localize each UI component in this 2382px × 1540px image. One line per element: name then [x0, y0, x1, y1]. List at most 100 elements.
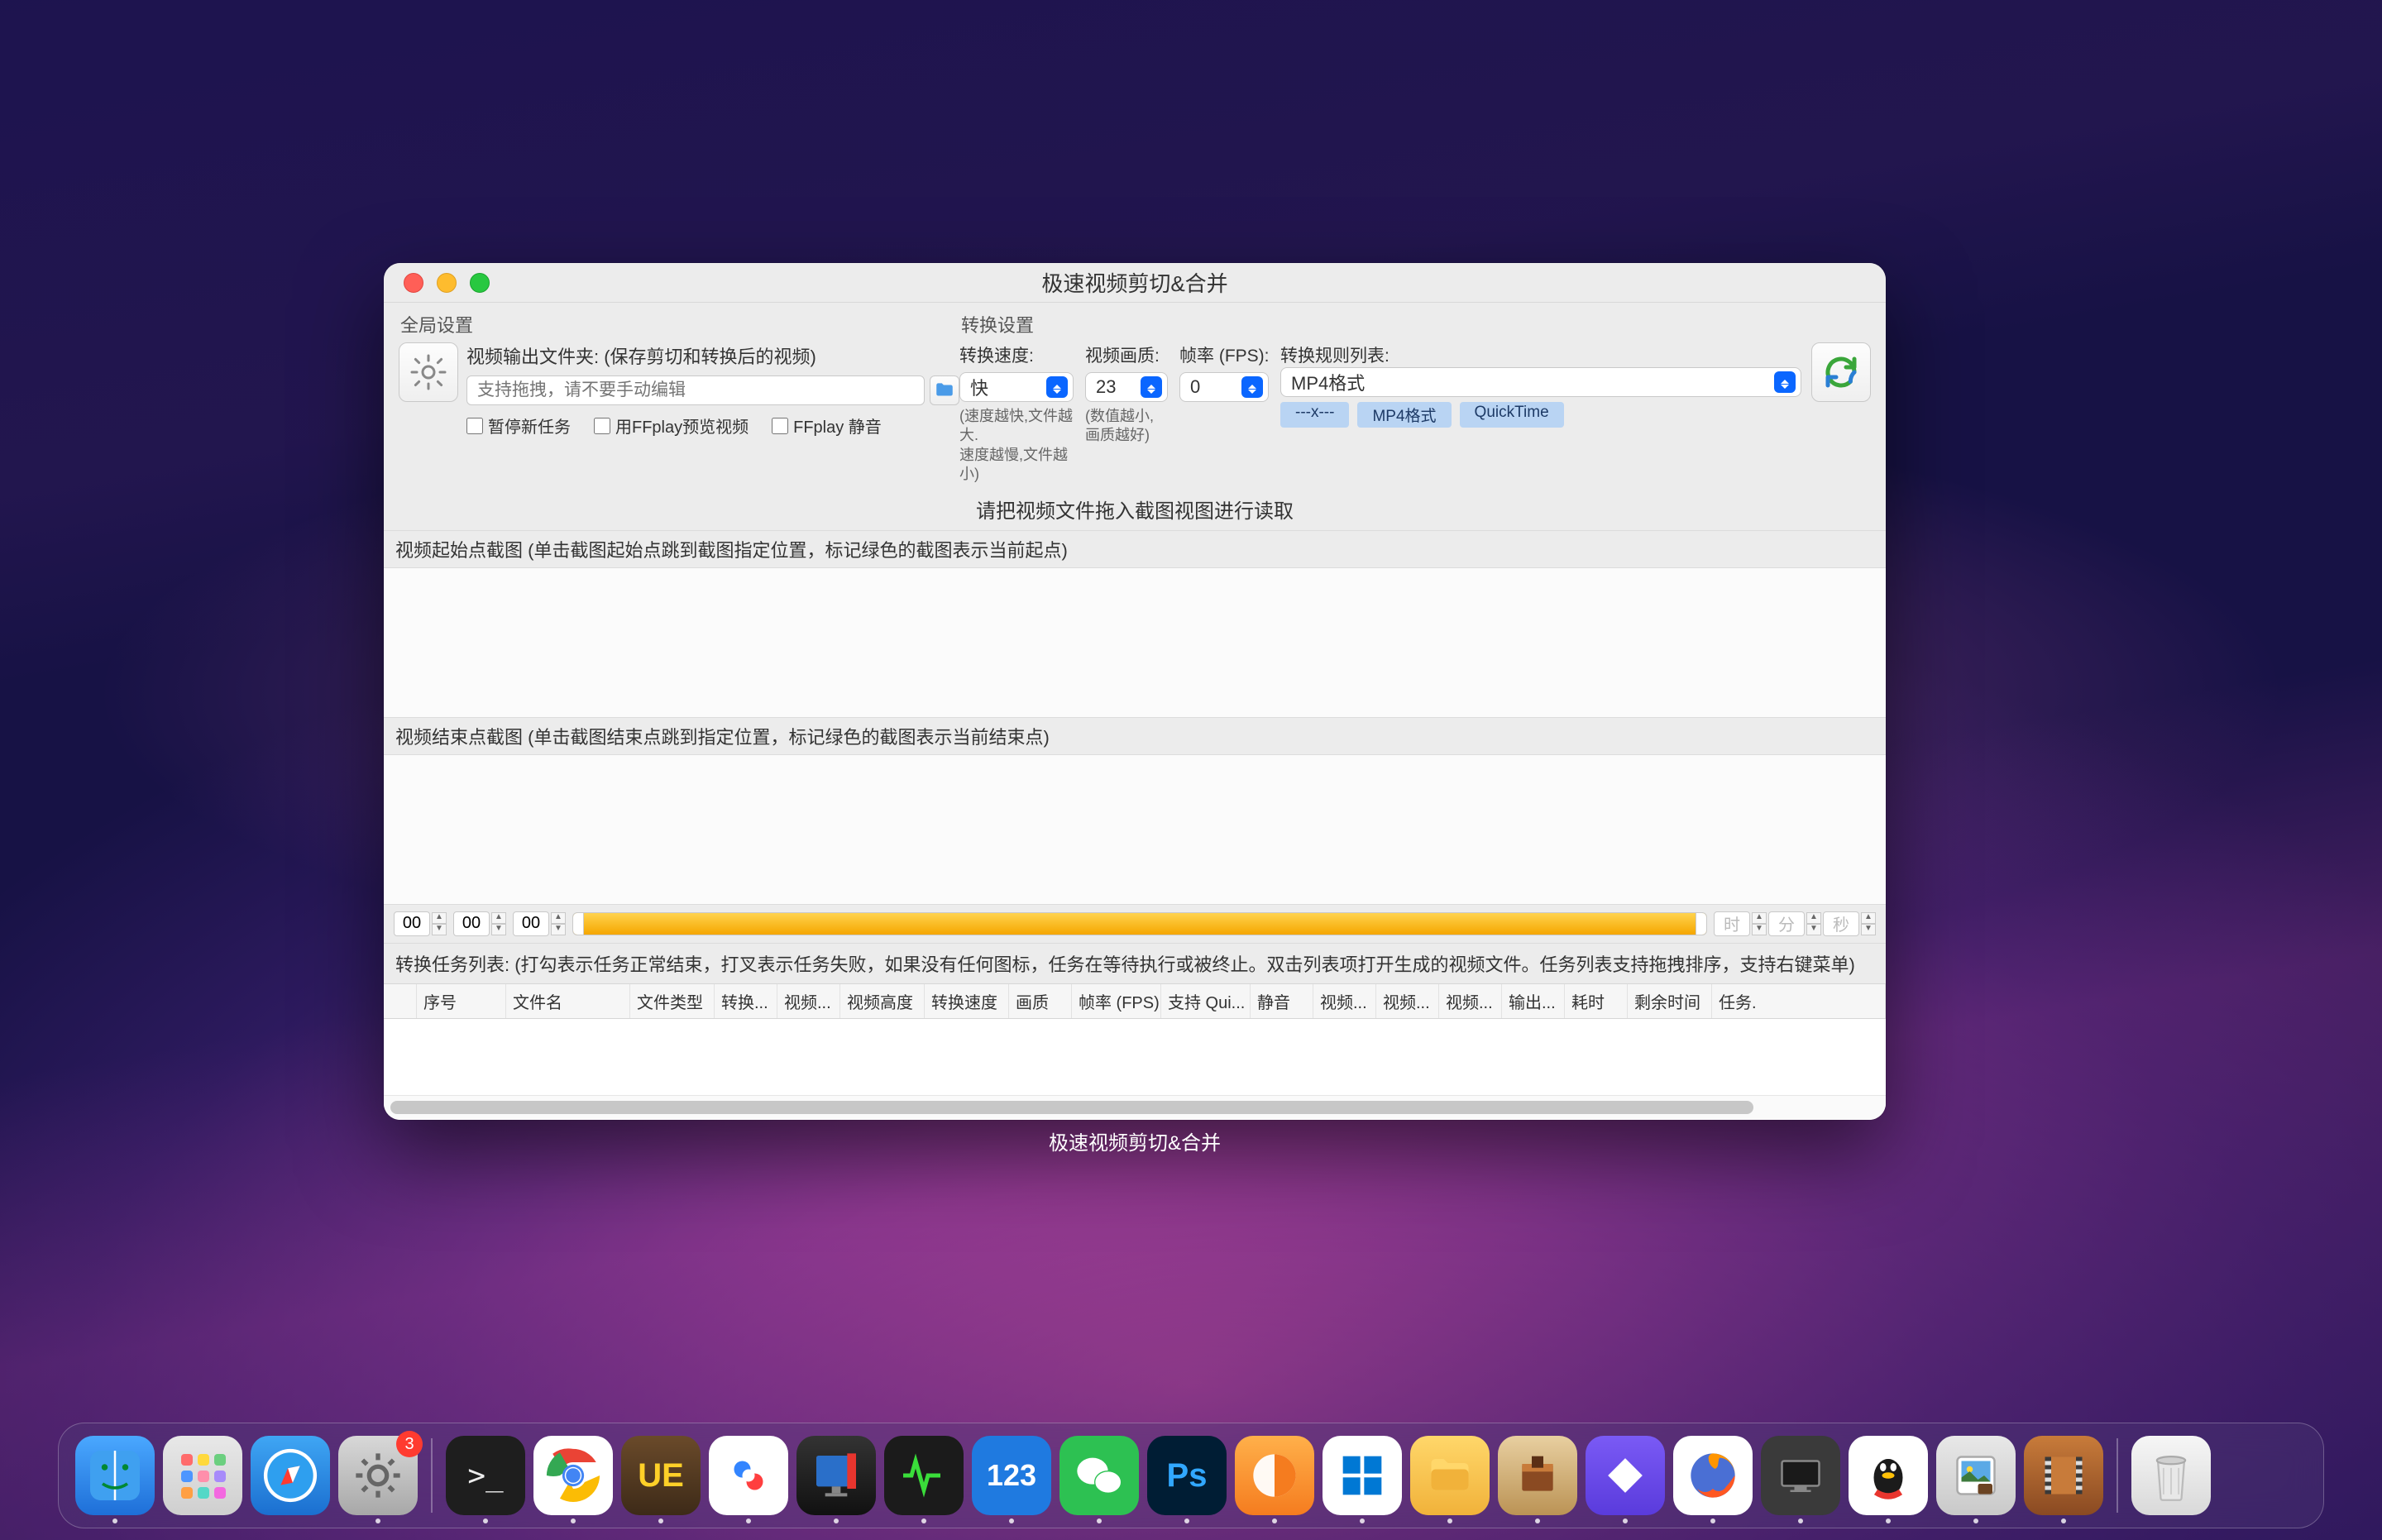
col-mute[interactable]: 静音	[1251, 984, 1313, 1018]
dock-baidu[interactable]	[709, 1436, 788, 1515]
terminal-icon: >_	[467, 1459, 503, 1493]
col-blank[interactable]	[384, 984, 417, 1018]
start-sec-stepper[interactable]: ▲▼	[513, 911, 566, 936]
dock-explorer[interactable]	[1410, 1436, 1490, 1515]
col-filetype[interactable]: 文件类型	[630, 984, 715, 1018]
rule-tag[interactable]: QuickTime	[1460, 402, 1564, 428]
dock-parallels[interactable]	[796, 1436, 876, 1515]
col-video1[interactable]: 视频...	[777, 984, 840, 1018]
dock-launchpad[interactable]	[163, 1436, 242, 1515]
col-video2[interactable]: 视频...	[1313, 984, 1376, 1018]
refresh-button[interactable]	[1811, 342, 1871, 402]
tasks-table-body[interactable]	[384, 1019, 1886, 1095]
dock-app-orange[interactable]	[1235, 1436, 1314, 1515]
col-elapsed[interactable]: 耗时	[1565, 984, 1628, 1018]
clapperboard-icon	[2039, 1451, 2088, 1500]
end-min-stepper[interactable]: ▲▼	[1768, 911, 1821, 936]
global-settings-group: 全局设置 视频输出文件夹: (保存剪切和转换后的视频)	[399, 308, 959, 485]
horizontal-scrollbar[interactable]	[384, 1095, 1886, 1120]
titlebar[interactable]: 极速视频剪切&合并	[384, 263, 1886, 303]
close-button[interactable]	[404, 273, 423, 293]
output-folder-input[interactable]	[466, 375, 925, 405]
output-folder-label: 视频输出文件夹: (保存剪切和转换后的视频)	[466, 342, 959, 369]
dock-app-purple[interactable]	[1586, 1436, 1665, 1515]
dock-windows[interactable]	[1323, 1436, 1402, 1515]
windows-icon	[1339, 1452, 1385, 1499]
settings-gear-button[interactable]	[399, 342, 458, 402]
rule-tag[interactable]: MP4格式	[1357, 402, 1451, 428]
rules-select[interactable]: MP4格式	[1280, 367, 1801, 397]
speed-label: 转换速度:	[959, 342, 1074, 367]
tasks-table-header: 序号 文件名 文件类型 转换... 视频... 视频高度 转换速度 画质 帧率 …	[384, 983, 1886, 1019]
chevron-updown-icon	[1046, 376, 1068, 398]
ffplay-preview-checkbox[interactable]: 用FFplay预览视频	[594, 414, 749, 438]
window-title: 极速视频剪切&合并	[384, 267, 1886, 298]
trash-icon	[2148, 1449, 2194, 1502]
dock-trash[interactable]	[2131, 1436, 2211, 1515]
dock-ultraedit[interactable]: UE	[621, 1436, 701, 1515]
quality-select[interactable]: 23	[1085, 372, 1168, 402]
dock-wechat[interactable]	[1059, 1436, 1139, 1515]
timeline-slider[interactable]	[572, 912, 1707, 935]
col-output[interactable]: 输出...	[1502, 984, 1565, 1018]
col-filename[interactable]: 文件名	[506, 984, 630, 1018]
dock-finder[interactable]	[75, 1436, 155, 1515]
parallels-icon	[810, 1449, 863, 1502]
123-icon: 123	[987, 1458, 1036, 1493]
drop-hint: 请把视频文件拖入截图视图进行读取	[384, 485, 1886, 530]
end-sec-stepper[interactable]: ▲▼	[1823, 911, 1876, 936]
browse-folder-button[interactable]	[930, 375, 959, 405]
dock-settings[interactable]: 3	[338, 1436, 418, 1515]
col-index[interactable]: 序号	[417, 984, 506, 1018]
start-hour-stepper[interactable]: ▲▼	[394, 911, 447, 936]
pause-new-task-checkbox[interactable]: 暂停新任务	[466, 414, 571, 438]
dock-activity[interactable]	[884, 1436, 964, 1515]
end-preview-area[interactable]	[384, 755, 1886, 904]
app-window: 极速视频剪切&合并 全局设置 视频输出文件夹: (保存剪切和转换后的视频)	[384, 263, 1886, 1120]
minimize-button[interactable]	[437, 273, 457, 293]
chevron-updown-icon	[1774, 371, 1796, 393]
start-preview-area[interactable]	[384, 568, 1886, 717]
activity-icon	[899, 1451, 949, 1500]
col-fps[interactable]: 帧率 (FPS)	[1072, 984, 1161, 1018]
dock-firefox[interactable]	[1673, 1436, 1753, 1515]
dock-winrar[interactable]	[1498, 1436, 1577, 1515]
col-quality[interactable]: 画质	[1009, 984, 1072, 1018]
dock-screenshot[interactable]	[1761, 1436, 1840, 1515]
scrollbar-thumb[interactable]	[390, 1101, 1753, 1114]
start-min-stepper[interactable]: ▲▼	[453, 911, 506, 936]
rules-label: 转换规则列表:	[1280, 342, 1801, 367]
start-section-label: 视频起始点截图 (单击截图起始点跳到截图指定位置，标记绿色的截图表示当前起点)	[384, 530, 1886, 568]
col-video3[interactable]: 视频...	[1376, 984, 1439, 1018]
firefox-icon	[1686, 1449, 1739, 1502]
rules-tags: ---x--- MP4格式 QuickTime	[1280, 402, 1801, 428]
dock-photoshop[interactable]: Ps	[1147, 1436, 1227, 1515]
dock-terminal[interactable]: >_	[446, 1436, 525, 1515]
col-quicktime[interactable]: 支持 Qui...	[1161, 984, 1251, 1018]
col-convert[interactable]: 转换...	[715, 984, 777, 1018]
winrar-icon	[1514, 1452, 1561, 1499]
col-remaining[interactable]: 剩余时间	[1628, 984, 1712, 1018]
fps-select[interactable]: 0	[1179, 372, 1269, 402]
rule-tag[interactable]: ---x---	[1280, 402, 1349, 428]
dock-safari[interactable]	[251, 1436, 330, 1515]
col-video4[interactable]: 视频...	[1439, 984, 1502, 1018]
quality-label: 视频画质:	[1085, 342, 1168, 367]
photoshop-icon: Ps	[1167, 1457, 1208, 1495]
window-caption: 极速视频剪切&合并	[384, 1126, 1886, 1155]
tasks-label: 转换任务列表: (打勾表示任务正常结束，打叉表示任务失败，如果没有任何图标，任务…	[384, 943, 1886, 983]
col-speed[interactable]: 转换速度	[925, 984, 1009, 1018]
dock-video-app[interactable]	[2024, 1436, 2103, 1515]
col-height[interactable]: 视频高度	[840, 984, 925, 1018]
dock-chrome[interactable]	[533, 1436, 613, 1515]
dock-preview[interactable]	[1936, 1436, 2016, 1515]
speed-select[interactable]: 快	[959, 372, 1074, 402]
dock-qq[interactable]	[1849, 1436, 1928, 1515]
end-hour-stepper[interactable]: ▲▼	[1714, 911, 1767, 936]
chevron-updown-icon	[1241, 376, 1263, 398]
maximize-button[interactable]	[470, 273, 490, 293]
col-task[interactable]: 任务.	[1712, 984, 1886, 1018]
dock-123[interactable]: 123	[972, 1436, 1051, 1515]
dock-separator	[2117, 1438, 2118, 1513]
ffplay-mute-checkbox[interactable]: FFplay 静音	[772, 414, 882, 438]
